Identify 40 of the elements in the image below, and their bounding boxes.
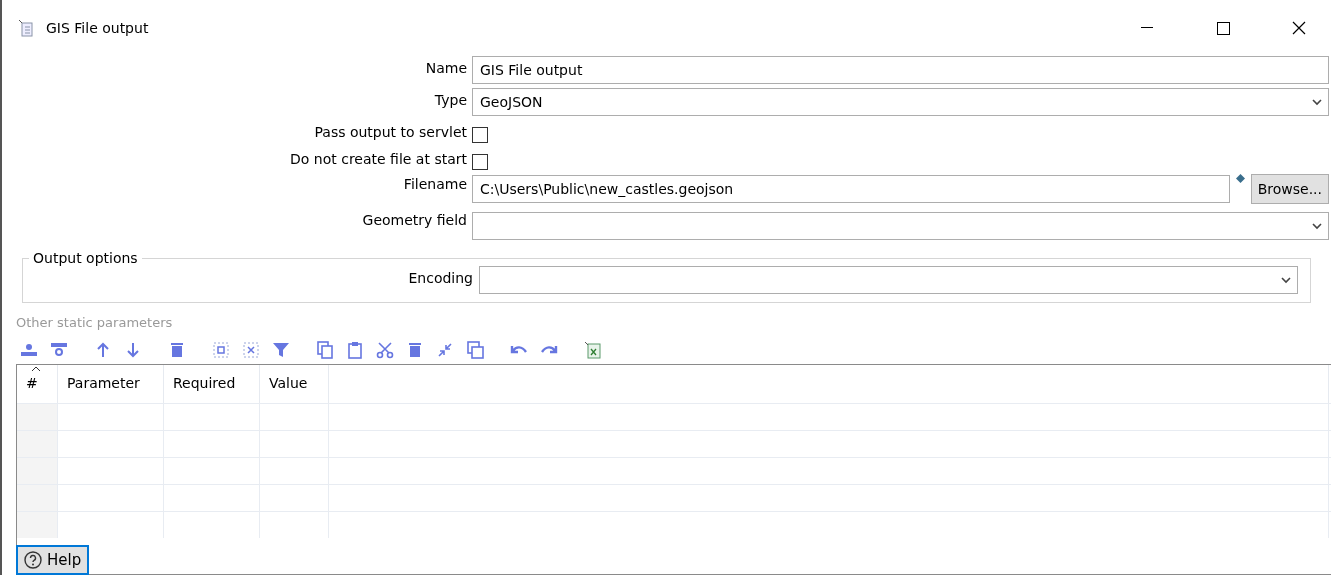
document-icon: [18, 19, 34, 37]
checkbox[interactable]: [472, 154, 488, 170]
variable-diamond-icon: [1235, 174, 1245, 183]
help-button[interactable]: Help: [16, 545, 90, 575]
column-header[interactable]: Value: [260, 365, 329, 403]
chevron-down-icon: [1312, 98, 1322, 106]
column-header[interactable]: Parameter: [58, 365, 164, 403]
dropdown-field[interactable]: [479, 266, 1298, 294]
maximize-icon: [1216, 21, 1230, 35]
clear-selection-icon[interactable]: [240, 340, 262, 360]
checkbox[interactable]: [472, 127, 488, 143]
sort-caret-icon: [31, 366, 41, 372]
field-label: Filename: [402, 175, 467, 192]
column-header[interactable]: Required: [164, 365, 260, 403]
filename-field[interactable]: C:\Users\Public\new_castles.geojson: [472, 175, 1230, 203]
section-title: Other static parameters: [16, 315, 174, 330]
column-header[interactable]: #: [17, 365, 58, 403]
field-label: Encoding: [407, 269, 473, 286]
filter-icon[interactable]: [270, 340, 292, 360]
duplicate-icon[interactable]: [464, 340, 486, 360]
browse-button[interactable]: Browse...: [1250, 174, 1329, 204]
window-title: GIS File output: [46, 20, 150, 36]
minimize-icon: [1141, 27, 1153, 29]
chevron-down-icon: [1312, 222, 1322, 230]
field-label: Name: [424, 59, 467, 76]
scissors-icon[interactable]: [374, 340, 396, 360]
dropdown-field[interactable]: [472, 212, 1329, 240]
copy-icon[interactable]: [314, 340, 336, 360]
field-label: Type: [433, 91, 467, 108]
group-title: Output options: [32, 250, 139, 266]
chevron-down-icon: [1281, 276, 1291, 284]
field-label: Geometry field: [361, 211, 467, 228]
spreadsheet-icon[interactable]: [582, 340, 604, 360]
select-all-icon[interactable]: [210, 340, 232, 360]
name-field[interactable]: GIS File output: [472, 56, 1329, 84]
field-label: Do not create file at start: [289, 150, 467, 167]
field-label: Pass output to servlet: [313, 123, 467, 140]
close-icon: [1292, 21, 1306, 35]
question-icon: [24, 551, 42, 569]
dropdown-field[interactable]: GeoJSON: [472, 88, 1329, 116]
